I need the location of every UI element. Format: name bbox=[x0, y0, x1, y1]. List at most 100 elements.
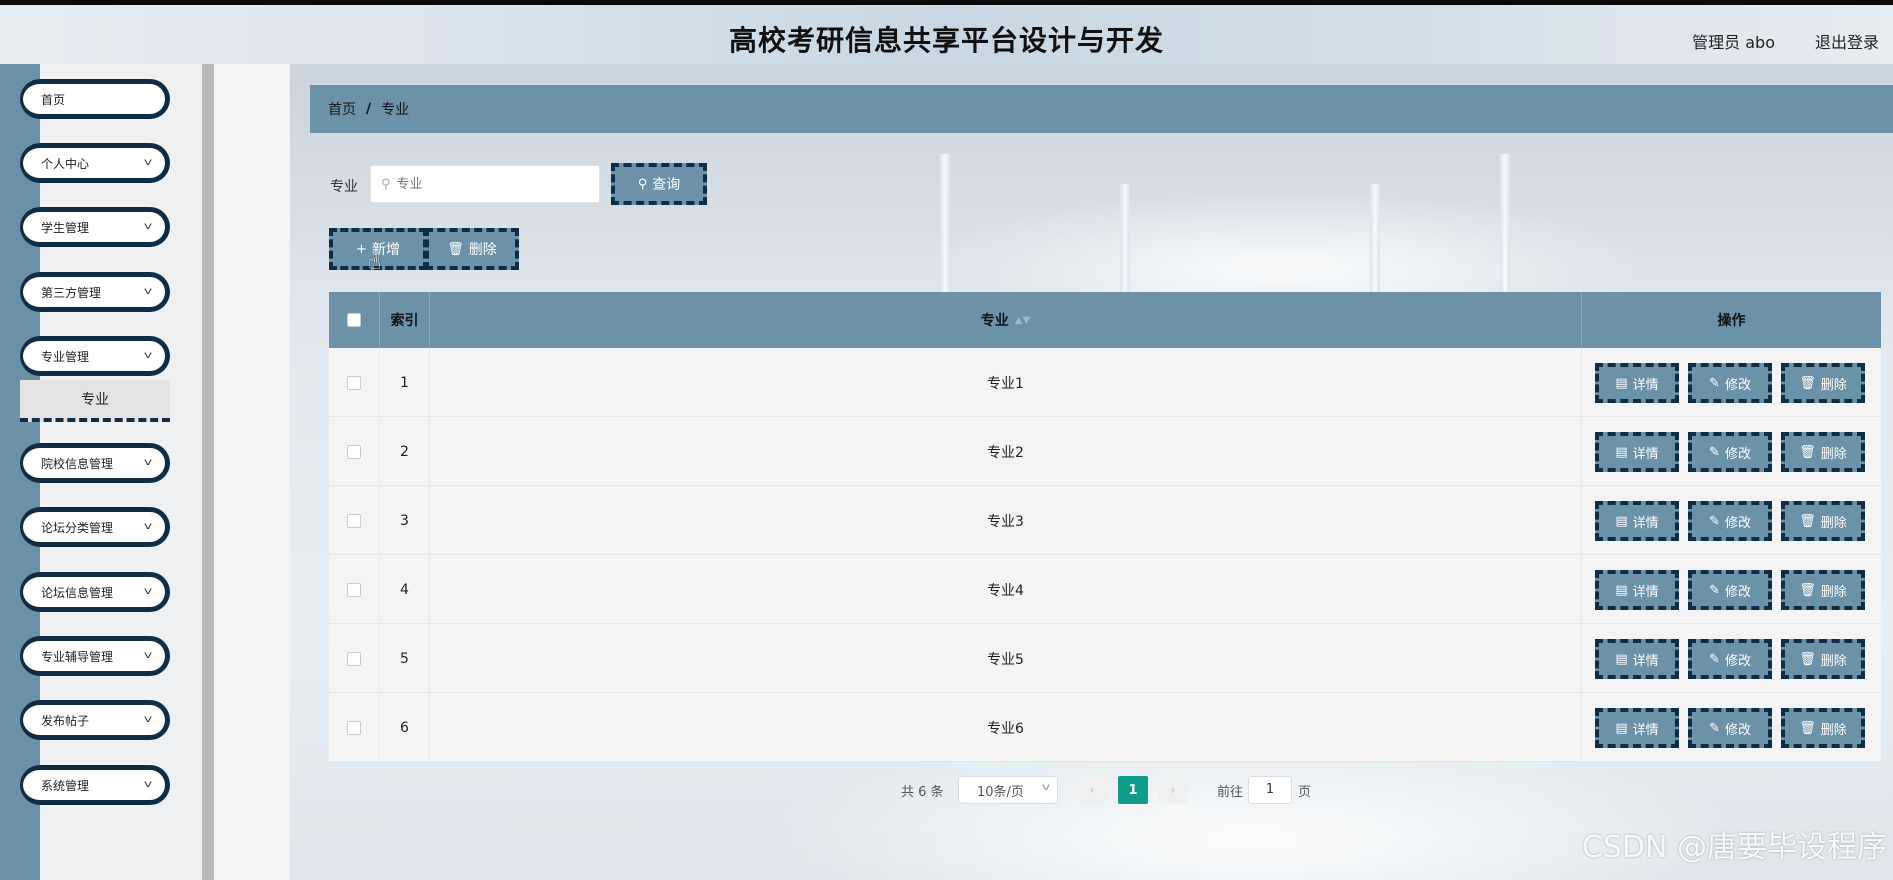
row-index: 3 bbox=[380, 486, 430, 555]
row-detail-button[interactable]: ▤ 详情 bbox=[1595, 363, 1679, 403]
sidebar-item-label: 专业辅导管理 bbox=[41, 649, 114, 664]
page-size-select[interactable]: 10条/页 v bbox=[958, 776, 1058, 804]
row-delete-button[interactable]: 🗑 删除 bbox=[1781, 363, 1865, 403]
row-edit-button[interactable]: ✎ 修改 bbox=[1688, 363, 1772, 403]
row-detail-button[interactable]: ▤ 详情 bbox=[1595, 501, 1679, 541]
row-edit-label: 修改 bbox=[1724, 584, 1751, 600]
sidebar-scrollbar[interactable] bbox=[202, 64, 214, 880]
row-checkbox[interactable] bbox=[347, 375, 361, 390]
header-index: 索引 bbox=[380, 292, 430, 348]
row-delete-button[interactable]: 🗑 删除 bbox=[1781, 570, 1865, 610]
sidebar-item-forum-info[interactable]: 论坛信息管理 v bbox=[20, 572, 170, 612]
sidebar-item-system[interactable]: 系统管理 v bbox=[20, 765, 170, 805]
trash-icon: 🗑 bbox=[447, 241, 464, 257]
row-checkbox-cell bbox=[329, 555, 380, 624]
row-edit-button[interactable]: ✎ 修改 bbox=[1688, 639, 1772, 679]
document-icon: ▤ bbox=[1615, 444, 1628, 460]
row-delete-button[interactable]: 🗑 删除 bbox=[1781, 639, 1865, 679]
header-checkbox-cell bbox=[329, 292, 380, 348]
sidebar-item-tutoring[interactable]: 专业辅导管理 v bbox=[20, 636, 170, 676]
logout-link[interactable]: 退出登录 bbox=[1815, 29, 1879, 53]
chevron-down-icon: v bbox=[143, 650, 153, 661]
edit-icon: ✎ bbox=[1709, 375, 1720, 391]
document-icon: ▤ bbox=[1615, 582, 1628, 598]
row-detail-label: 详情 bbox=[1632, 515, 1659, 531]
table-row: 3 专业3 ▤ 详情 ✎ 修改 🗑 删除 bbox=[329, 486, 1881, 555]
sort-icon[interactable]: ▲▼ bbox=[1015, 315, 1030, 326]
sidebar-item-major[interactable]: 专业管理 v bbox=[20, 336, 170, 376]
sidebar-item-home[interactable]: 首页 bbox=[20, 79, 170, 119]
row-edit-button[interactable]: ✎ 修改 bbox=[1688, 501, 1772, 541]
trash-icon: 🗑 bbox=[1799, 375, 1816, 391]
row-detail-label: 详情 bbox=[1632, 377, 1659, 393]
query-button[interactable]: ⚲ 查询 bbox=[611, 163, 707, 205]
chevron-down-icon: v bbox=[143, 157, 153, 168]
row-delete-label: 删除 bbox=[1820, 515, 1847, 531]
table-row: 5 专业5 ▤ 详情 ✎ 修改 🗑 删除 bbox=[329, 624, 1881, 693]
row-detail-label: 详情 bbox=[1632, 722, 1659, 738]
edit-icon: ✎ bbox=[1709, 582, 1720, 598]
select-all-checkbox[interactable] bbox=[347, 313, 361, 327]
row-checkbox[interactable] bbox=[347, 444, 361, 459]
sidebar-item-label: 论坛分类管理 bbox=[41, 520, 114, 535]
sidebar-item-label: 系统管理 bbox=[41, 778, 90, 793]
row-edit-label: 修改 bbox=[1724, 722, 1751, 738]
row-detail-label: 详情 bbox=[1632, 653, 1659, 669]
sidebar-subitem-major[interactable]: 专业 bbox=[20, 380, 170, 422]
row-detail-button[interactable]: ▤ 详情 bbox=[1595, 708, 1679, 748]
edit-icon: ✎ bbox=[1709, 513, 1720, 529]
sidebar-item-schools[interactable]: 院校信息管理 v bbox=[20, 443, 170, 483]
row-edit-button[interactable]: ✎ 修改 bbox=[1688, 570, 1772, 610]
row-detail-button[interactable]: ▤ 详情 bbox=[1595, 570, 1679, 610]
row-major: 专业6 bbox=[430, 693, 1582, 762]
row-edit-button[interactable]: ✎ 修改 bbox=[1688, 432, 1772, 472]
row-index: 6 bbox=[380, 693, 430, 762]
row-delete-label: 删除 bbox=[1820, 584, 1847, 600]
sidebar-item-personal[interactable]: 个人中心 v bbox=[20, 143, 170, 183]
row-edit-button[interactable]: ✎ 修改 bbox=[1688, 708, 1772, 748]
row-checkbox[interactable] bbox=[347, 720, 361, 735]
row-detail-button[interactable]: ▤ 详情 bbox=[1595, 432, 1679, 472]
table-row: 2 专业2 ▤ 详情 ✎ 修改 🗑 删除 bbox=[329, 417, 1881, 486]
row-delete-button[interactable]: 🗑 删除 bbox=[1781, 501, 1865, 541]
watermark: CSDN @唐要毕设程序 bbox=[1581, 830, 1887, 865]
row-delete-button[interactable]: 🗑 删除 bbox=[1781, 432, 1865, 472]
row-checkbox[interactable] bbox=[347, 582, 361, 597]
next-page-icon[interactable]: › bbox=[1158, 776, 1188, 804]
sidebar-item-label: 院校信息管理 bbox=[41, 456, 114, 471]
row-delete-button[interactable]: 🗑 删除 bbox=[1781, 708, 1865, 748]
row-checkbox[interactable] bbox=[347, 651, 361, 666]
row-major: 专业1 bbox=[430, 348, 1582, 417]
header-major[interactable]: 专业 ▲▼ bbox=[430, 292, 1582, 348]
breadcrumb-home[interactable]: 首页 bbox=[328, 99, 356, 119]
search-input[interactable] bbox=[396, 176, 587, 192]
row-major: 专业2 bbox=[430, 417, 1582, 486]
row-checkbox[interactable] bbox=[347, 513, 361, 528]
plus-icon: + bbox=[356, 241, 367, 257]
sidebar-item-post[interactable]: 发布帖子 v bbox=[20, 700, 170, 740]
chevron-down-icon: v bbox=[143, 586, 153, 597]
row-detail-button[interactable]: ▤ 详情 bbox=[1595, 639, 1679, 679]
goto-page-input[interactable]: 1 bbox=[1248, 776, 1292, 804]
search-field[interactable]: ⚲ bbox=[370, 165, 600, 203]
table-row: 4 专业4 ▤ 详情 ✎ 修改 🗑 删除 bbox=[329, 555, 1881, 624]
prev-page-icon[interactable]: ‹ bbox=[1077, 776, 1107, 804]
page-button-current[interactable]: 1 bbox=[1118, 776, 1148, 804]
edit-icon: ✎ bbox=[1709, 720, 1720, 736]
row-checkbox-cell bbox=[329, 624, 380, 693]
sidebar-item-label: 个人中心 bbox=[41, 156, 90, 171]
row-detail-label: 详情 bbox=[1632, 446, 1659, 462]
trash-icon: 🗑 bbox=[1799, 444, 1816, 460]
page-size-value: 10条/页 bbox=[977, 784, 1024, 800]
sidebar-item-forum-category[interactable]: 论坛分类管理 v bbox=[20, 507, 170, 547]
row-checkbox-cell bbox=[329, 486, 380, 555]
batch-delete-button[interactable]: 🗑 删除 bbox=[425, 228, 519, 270]
table-row: 6 专业6 ▤ 详情 ✎ 修改 🗑 删除 bbox=[329, 693, 1881, 762]
chevron-down-icon: v bbox=[1041, 782, 1051, 793]
sidebar-gutter bbox=[214, 64, 290, 880]
sidebar-item-third-party[interactable]: 第三方管理 v bbox=[20, 272, 170, 312]
breadcrumb-current: 专业 bbox=[381, 102, 410, 118]
sidebar-item-label: 论坛信息管理 bbox=[41, 585, 114, 600]
sidebar-item-students[interactable]: 学生管理 v bbox=[20, 207, 170, 247]
chevron-up-icon: v bbox=[143, 350, 153, 361]
